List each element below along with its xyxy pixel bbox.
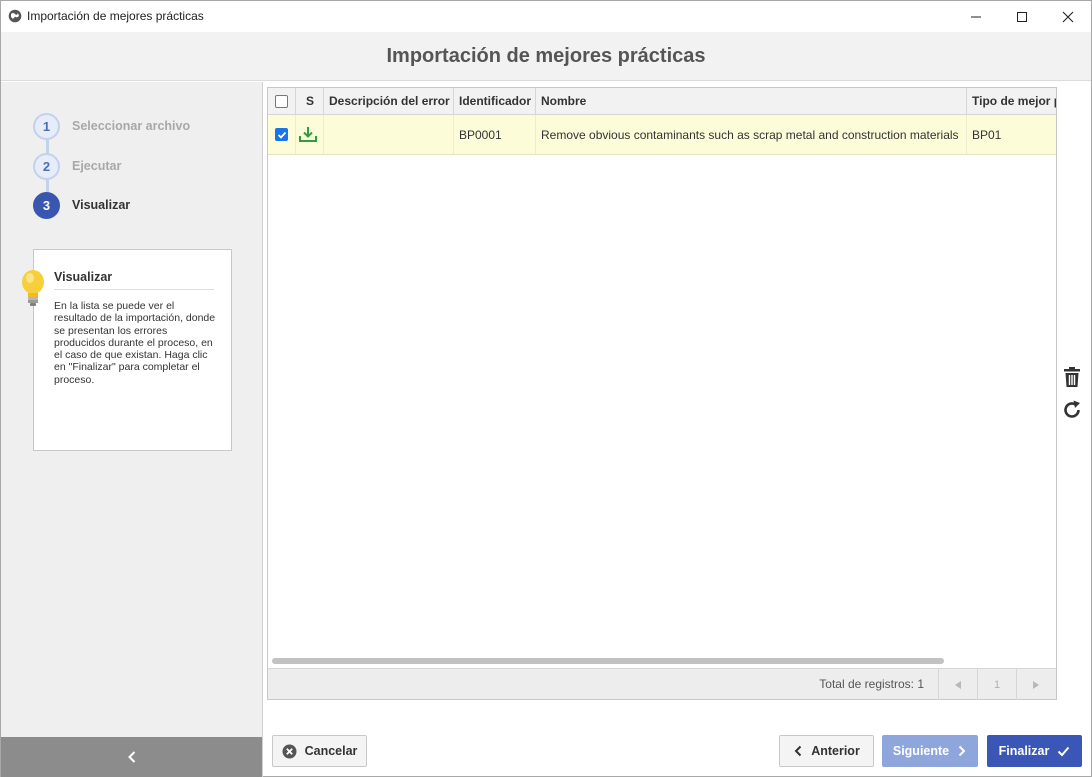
row-id-cell: BP0001 [454,115,536,154]
checkmark-icon [277,131,286,139]
column-header-id[interactable]: Identificador [454,88,536,114]
import-window: Importación de mejores prácticas Importa… [0,0,1092,777]
title-bar: Importación de mejores prácticas [1,1,1091,32]
page-title: Importación de mejores prácticas [386,45,706,67]
window-title: Importación de mejores prácticas [27,9,204,23]
step-label: Visualizar [72,198,131,212]
prev-page-button[interactable] [938,669,977,700]
minimize-button[interactable] [953,1,999,32]
help-text: En la lista se puede ver el resultado de… [54,300,216,386]
column-header-error[interactable]: Descripción del error [324,88,454,114]
next-page-button[interactable] [1016,669,1055,700]
previous-button[interactable]: Anterior [779,735,874,767]
step-number: 3 [33,191,60,219]
row-select-cell [268,115,296,154]
lightbulb-icon [22,270,44,306]
download-icon [299,126,317,142]
select-all-checkbox[interactable] [275,94,288,108]
grid-footer: Total de registros: 1 1 [268,668,1056,700]
globe-icon [8,9,22,23]
maximize-button[interactable] [999,1,1045,32]
select-all-cell [268,88,296,114]
previous-label: Anterior [811,744,860,758]
step-2: 2 Ejecutar [33,152,121,180]
cancel-button[interactable]: Cancelar [272,735,367,767]
horizontal-scrollbar[interactable] [272,658,944,664]
delete-button[interactable] [1060,365,1084,389]
row-name-cell: Remove obvious contaminants such as scra… [536,115,967,154]
trash-icon [1064,367,1080,387]
finish-label: Finalizar [998,744,1050,758]
triangle-right-icon [1033,680,1039,689]
table-row[interactable]: BP0001 Remove obvious contaminants such … [268,115,1056,155]
minimize-icon [971,16,981,17]
step-label: Seleccionar archivo [72,119,191,133]
step-label: Ejecutar [72,159,122,173]
row-type-cell: BP01 [972,127,1002,142]
help-divider [54,289,214,290]
chevron-right-icon [958,745,966,757]
chevron-left-icon [127,751,135,763]
step-number: 1 [33,112,60,140]
step-3: 3 Visualizar [33,191,130,219]
maximize-icon [1017,11,1027,22]
cancel-icon [282,744,297,758]
page-number[interactable]: 1 [977,669,1016,700]
help-panel: Visualizar En la lista se puede ver el r… [22,249,232,451]
column-header-name[interactable]: Nombre [536,88,967,114]
next-button[interactable]: Siguiente [882,735,978,767]
finish-button[interactable]: Finalizar [987,735,1082,767]
cancel-label: Cancelar [304,744,358,758]
column-header-status[interactable]: S [296,88,324,114]
close-button[interactable] [1045,1,1091,32]
collapse-sidebar-button[interactable] [1,737,262,777]
refresh-button[interactable] [1060,398,1084,422]
step-number: 2 [33,152,60,180]
chevron-left-icon [794,745,802,757]
refresh-icon [1064,400,1080,418]
page-header: Importación de mejores prácticas [1,32,1091,81]
close-icon [1062,11,1074,22]
row-checkbox[interactable] [275,128,288,141]
wizard-sidebar: 1 Seleccionar archivo 2 Ejecutar 3 Visua… [1,82,263,777]
results-grid: S Descripción del error Identificador No… [267,87,1057,700]
step-1: 1 Seleccionar archivo [33,112,190,140]
row-status-cell [296,115,324,154]
triangle-left-icon [955,680,961,689]
grid-header: S Descripción del error Identificador No… [268,88,1056,115]
grid-toolbar [1057,87,1087,700]
help-title: Visualizar [54,270,113,284]
checkmark-icon [1058,746,1070,756]
column-header-type[interactable]: Tipo de mejor p [967,88,1056,114]
next-label: Siguiente [892,744,950,758]
row-error-cell [324,115,454,154]
total-records: Total de registros: 1 [819,677,924,691]
